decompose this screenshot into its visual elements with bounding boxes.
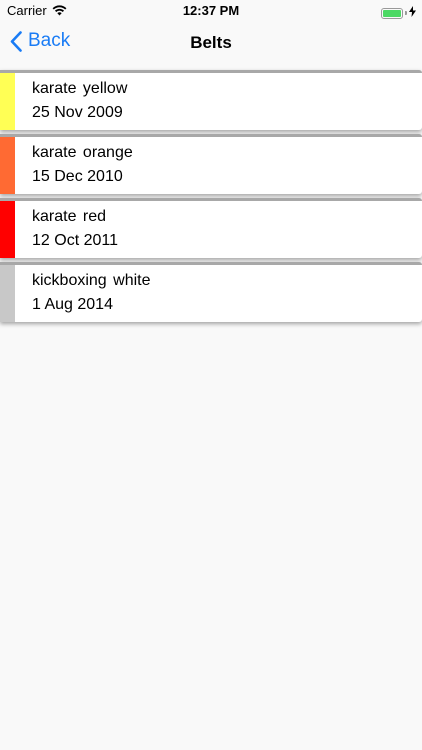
battery-icon [381,4,416,22]
belt-color-swatch [0,137,15,194]
belt-row-karate-yellow[interactable]: karate yellow 25 Nov 2009 [0,70,422,130]
belt-row-karate-red[interactable]: karate red 12 Oct 2011 [0,198,422,258]
page-title: Belts [190,33,232,52]
belts-list: karate yellow 25 Nov 2009 karate orange … [0,70,422,326]
belt-date: 1 Aug 2014 [32,296,113,313]
belt-color-swatch [0,265,15,322]
belt-name: karate red [32,208,107,225]
status-time: 12:37 PM [182,3,240,18]
belt-date: 15 Dec 2010 [32,168,123,185]
belt-name: karate orange [32,144,133,161]
battery-level [383,9,401,17]
belt-row-karate-orange[interactable]: karate orange 15 Dec 2010 [0,134,422,194]
navigation-bar: Back Belts [0,22,422,66]
belt-row-kickboxing-white[interactable]: kickboxing white 1 Aug 2014 [0,262,422,322]
belt-color-swatch [0,73,15,130]
belt-date: 12 Oct 2011 [32,232,118,249]
charging-icon [409,4,416,22]
belt-name: kickboxing white [32,272,151,289]
belt-date: 25 Nov 2009 [32,104,123,121]
belt-color-swatch [0,201,15,258]
status-bar: Carrier 12:37 PM [0,0,422,22]
belt-name: karate yellow [32,80,128,97]
